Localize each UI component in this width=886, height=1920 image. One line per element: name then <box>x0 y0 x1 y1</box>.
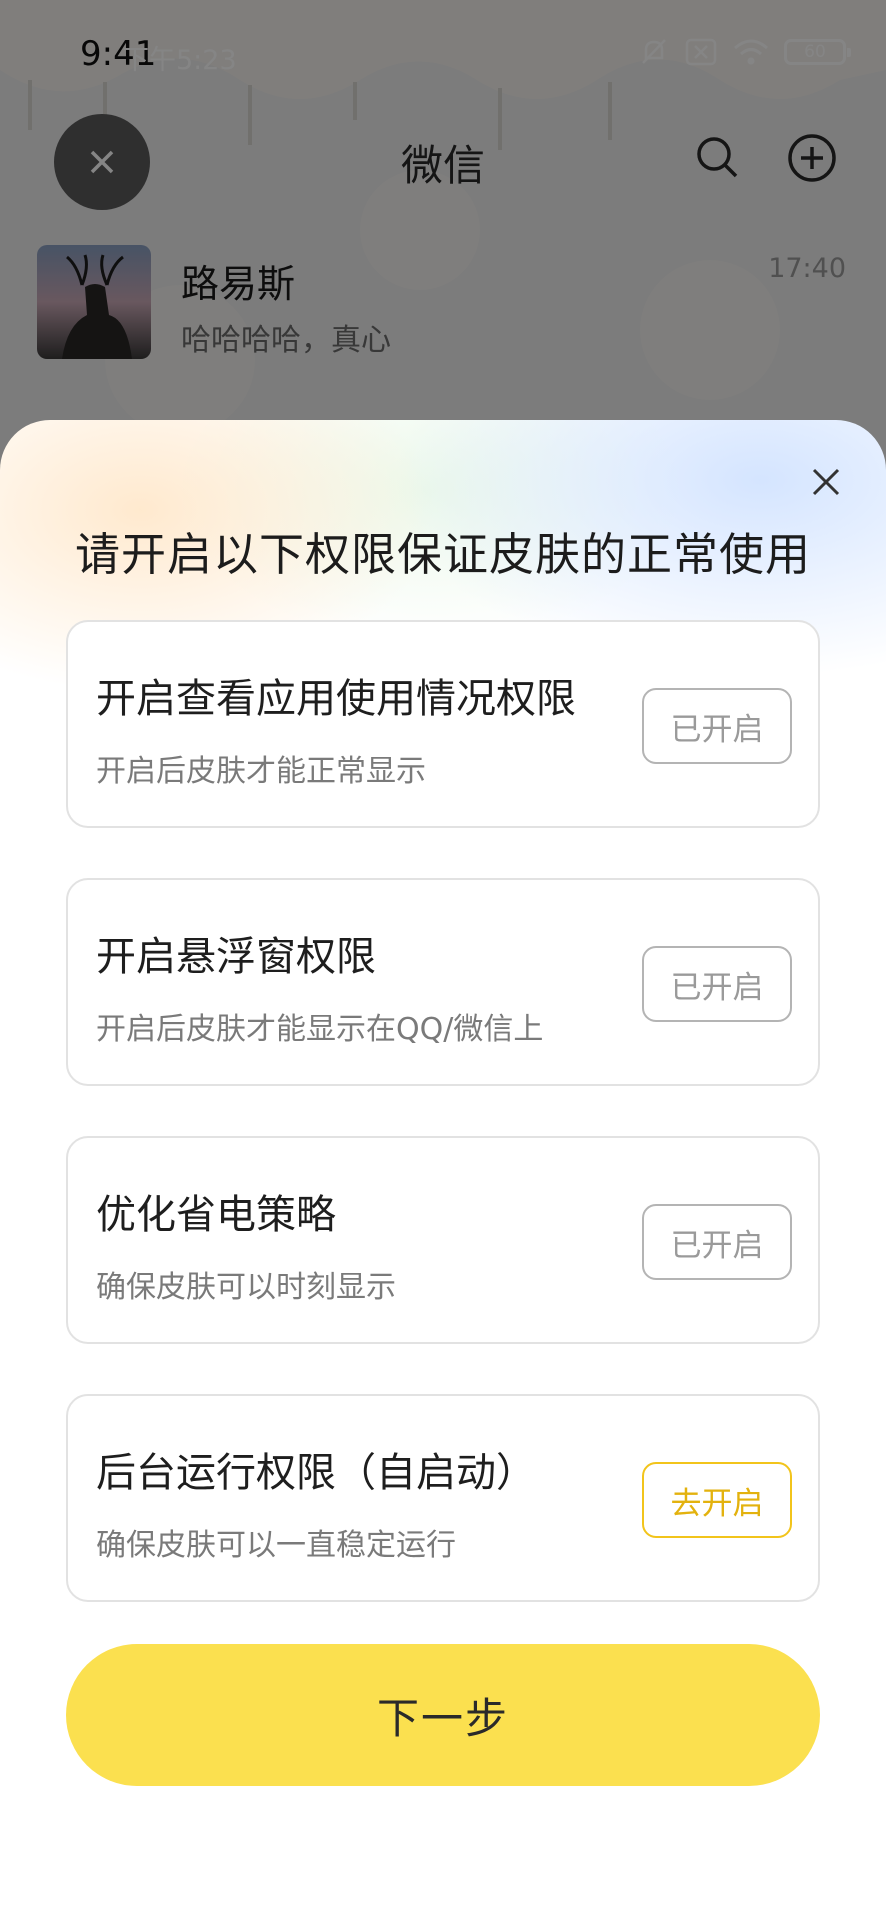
permission-card-overlay: 开启悬浮窗权限 开启后皮肤才能显示在QQ/微信上 已开启 <box>66 878 820 1086</box>
permission-sheet: 请开启以下权限保证皮肤的正常使用 开启查看应用使用情况权限 开启后皮肤才能正常显… <box>0 420 886 1920</box>
permission-title: 开启查看应用使用情况权限 <box>96 676 576 722</box>
sheet-title: 请开启以下权限保证皮肤的正常使用 <box>74 528 811 581</box>
close-icon[interactable] <box>806 462 846 502</box>
permission-title: 后台运行权限（自启动） <box>96 1450 536 1496</box>
permission-card-autostart: 后台运行权限（自启动） 确保皮肤可以一直稳定运行 去开启 <box>66 1394 820 1602</box>
next-step-button[interactable]: 下一步 <box>66 1644 820 1786</box>
permission-title: 开启悬浮窗权限 <box>96 934 376 980</box>
permission-card-battery: 优化省电策略 确保皮肤可以时刻显示 已开启 <box>66 1136 820 1344</box>
permission-enable-button[interactable]: 去开启 <box>642 1462 792 1538</box>
permission-subtitle: 开启后皮肤才能正常显示 <box>96 754 426 789</box>
permission-title: 优化省电策略 <box>96 1192 336 1238</box>
permission-subtitle: 确保皮肤可以一直稳定运行 <box>96 1528 456 1563</box>
permission-enabled-button[interactable]: 已开启 <box>642 946 792 1022</box>
permission-subtitle: 确保皮肤可以时刻显示 <box>96 1270 396 1305</box>
permission-enabled-button[interactable]: 已开启 <box>642 688 792 764</box>
permission-card-usage: 开启查看应用使用情况权限 开启后皮肤才能正常显示 已开启 <box>66 620 820 828</box>
permission-subtitle: 开启后皮肤才能显示在QQ/微信上 <box>96 1012 544 1047</box>
permission-enabled-button[interactable]: 已开启 <box>642 1204 792 1280</box>
